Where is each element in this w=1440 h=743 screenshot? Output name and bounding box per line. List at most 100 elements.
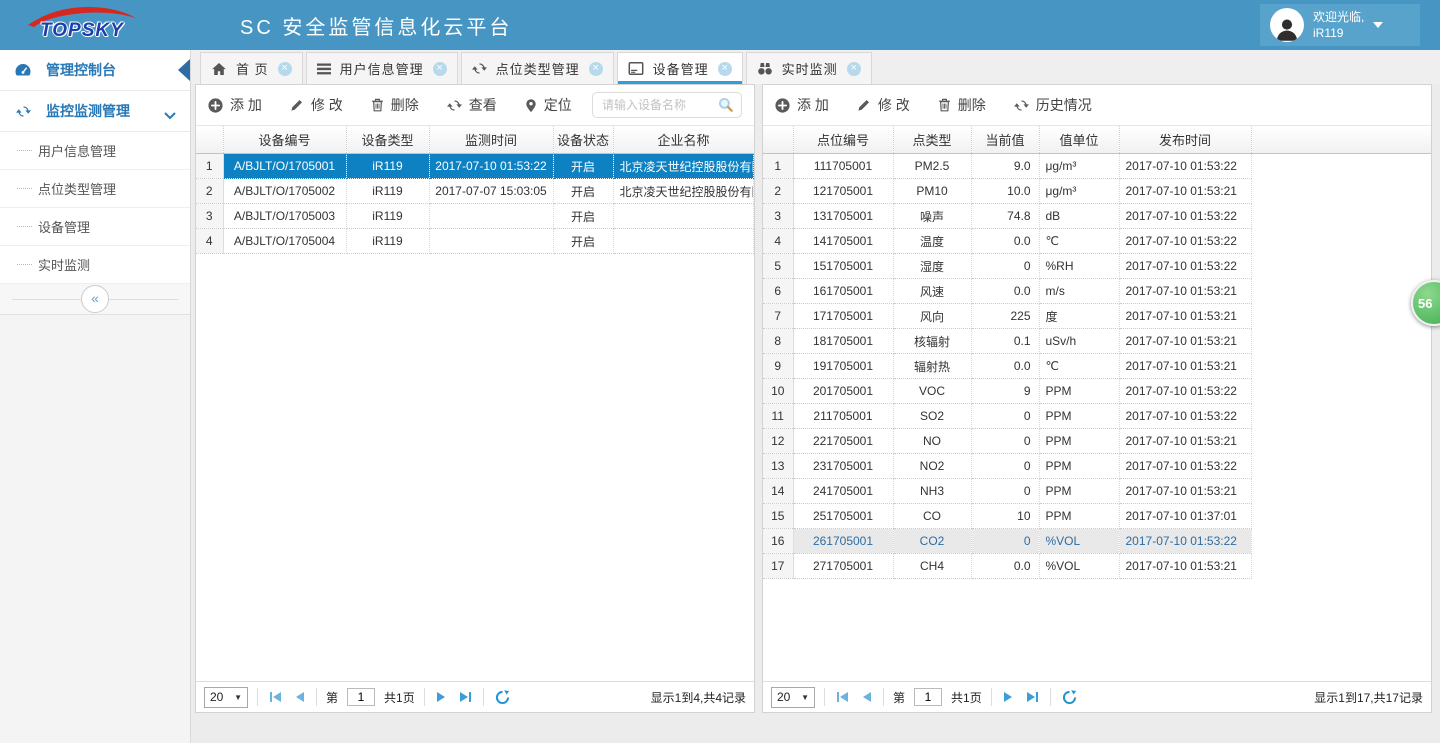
cell: 0.0 bbox=[971, 354, 1039, 379]
close-icon[interactable]: × bbox=[718, 62, 732, 76]
close-icon[interactable]: × bbox=[433, 62, 447, 76]
point-table-wrap: 点位编号点类型当前值值单位发布时间 1111705001PM2.59.0μg/m… bbox=[763, 126, 1431, 681]
cell-filler bbox=[1251, 479, 1431, 504]
sidebar-item-user-info[interactable]: 用户信息管理 bbox=[0, 132, 190, 170]
tabbar: 首 页×用户信息管理×点位类型管理×设备管理×实时监测× bbox=[191, 50, 1440, 84]
cell: iR119 bbox=[346, 229, 429, 254]
table-row[interactable]: 1111705001PM2.59.0μg/m³2017-07-10 01:53:… bbox=[763, 154, 1431, 179]
user-menu[interactable]: 欢迎光临, iR119 bbox=[1260, 4, 1420, 46]
edit-button[interactable]: 修 改 bbox=[290, 95, 343, 115]
column-header: 值单位 bbox=[1039, 126, 1119, 154]
cell: VOC bbox=[893, 379, 971, 404]
sidebar-item-console[interactable]: 管理控制台 bbox=[0, 50, 190, 91]
history-button[interactable]: 历史情况 bbox=[1014, 95, 1092, 115]
table-row[interactable]: 6161705001风速0.0m/s2017-07-10 01:53:21 bbox=[763, 279, 1431, 304]
delete-button[interactable]: 删除 bbox=[371, 95, 419, 115]
table-row[interactable]: 15251705001CO10PPM2017-07-10 01:37:01 bbox=[763, 504, 1431, 529]
point-pagination: 20▼第共1页显示1到17,共17记录 bbox=[763, 681, 1431, 712]
sidebar-item-realtime[interactable]: 实时监测 bbox=[0, 246, 190, 284]
table-row[interactable]: 13231705001NO20PPM2017-07-10 01:53:22 bbox=[763, 454, 1431, 479]
separator bbox=[316, 688, 317, 706]
table-row[interactable]: 7171705001风向225度2017-07-10 01:53:21 bbox=[763, 304, 1431, 329]
tab-realtime[interactable]: 实时监测× bbox=[746, 52, 872, 84]
refresh-icon[interactable] bbox=[1062, 690, 1077, 705]
table-row[interactable]: 9191705001辐射热0.0℃2017-07-10 01:53:21 bbox=[763, 354, 1431, 379]
sidebar-item-device-mgmt[interactable]: 设备管理 bbox=[0, 208, 190, 246]
cell: A/BJLT/O/1705002 bbox=[223, 179, 346, 204]
cell: uSv/h bbox=[1039, 329, 1119, 354]
page-input[interactable] bbox=[914, 688, 942, 706]
close-icon[interactable]: × bbox=[278, 62, 292, 76]
page-input[interactable] bbox=[347, 688, 375, 706]
edit-button[interactable]: 修 改 bbox=[857, 95, 910, 115]
table-row[interactable]: 17271705001CH40.0%VOL2017-07-10 01:53:21 bbox=[763, 554, 1431, 579]
cell: 161705001 bbox=[793, 279, 893, 304]
last-page-button[interactable] bbox=[1024, 692, 1041, 702]
sidebar-item-point-type[interactable]: 点位类型管理 bbox=[0, 170, 190, 208]
search-icon[interactable] bbox=[718, 97, 734, 113]
row-number: 5 bbox=[763, 254, 793, 279]
cell: 2017-07-10 01:53:21 bbox=[1119, 429, 1251, 454]
cycle-icon bbox=[472, 61, 487, 76]
prev-page-button[interactable] bbox=[293, 692, 307, 702]
list-icon bbox=[317, 63, 331, 75]
add-button[interactable]: 添 加 bbox=[775, 95, 829, 115]
last-page-button[interactable] bbox=[457, 692, 474, 702]
add-button[interactable]: 添 加 bbox=[208, 95, 262, 115]
delete-button[interactable]: 删除 bbox=[938, 95, 986, 115]
page-size-select[interactable]: 20▼ bbox=[204, 687, 248, 708]
locate-button[interactable]: 定位 bbox=[525, 95, 572, 115]
cell: 风速 bbox=[893, 279, 971, 304]
column-header: 监测时间 bbox=[429, 126, 553, 154]
loop-icon bbox=[14, 104, 32, 119]
tab-users[interactable]: 用户信息管理 × bbox=[306, 52, 458, 84]
view-button[interactable]: 查看 bbox=[447, 95, 497, 115]
tab-devices[interactable]: 设备管理× bbox=[617, 52, 743, 84]
cell: 121705001 bbox=[793, 179, 893, 204]
close-icon[interactable]: × bbox=[589, 62, 603, 76]
cell-filler bbox=[1251, 454, 1431, 479]
tab-label: 用户信息管理 bbox=[340, 59, 424, 78]
row-number: 2 bbox=[763, 179, 793, 204]
table-row[interactable]: 3131705001噪声74.8dB2017-07-10 01:53:22 bbox=[763, 204, 1431, 229]
search-input[interactable] bbox=[600, 97, 718, 113]
prev-page-button[interactable] bbox=[860, 692, 874, 702]
table-row[interactable]: 8181705001核辐射0.1uSv/h2017-07-10 01:53:21 bbox=[763, 329, 1431, 354]
first-page-button[interactable] bbox=[267, 692, 284, 702]
table-row[interactable]: 16261705001CO20%VOL2017-07-10 01:53:22 bbox=[763, 529, 1431, 554]
cell-filler bbox=[1251, 354, 1431, 379]
table-row[interactable]: 3A/BJLT/O/1705003iR119开启 bbox=[196, 204, 754, 229]
row-number: 3 bbox=[196, 204, 223, 229]
row-number: 8 bbox=[763, 329, 793, 354]
cell: 2017-07-10 01:53:21 bbox=[1119, 554, 1251, 579]
sidebar-collapse-button[interactable]: « bbox=[0, 284, 190, 315]
next-page-button[interactable] bbox=[1001, 692, 1015, 702]
table-row[interactable]: 10201705001VOC9PPM2017-07-10 01:53:22 bbox=[763, 379, 1431, 404]
point-table: 点位编号点类型当前值值单位发布时间 1111705001PM2.59.0μg/m… bbox=[763, 126, 1431, 579]
table-row[interactable]: 4141705001温度0.0℃2017-07-10 01:53:22 bbox=[763, 229, 1431, 254]
cell: 2017-07-10 01:53:22 bbox=[1119, 154, 1251, 179]
table-row[interactable]: 1A/BJLT/O/1705001iR1192017-07-10 01:53:2… bbox=[196, 154, 754, 179]
column-header: 设备编号 bbox=[223, 126, 346, 154]
table-row[interactable]: 4A/BJLT/O/1705004iR119开启 bbox=[196, 229, 754, 254]
table-row[interactable]: 11211705001SO20PPM2017-07-10 01:53:22 bbox=[763, 404, 1431, 429]
cell: 2017-07-10 01:53:21 bbox=[1119, 329, 1251, 354]
first-page-button[interactable] bbox=[834, 692, 851, 702]
table-row[interactable]: 2121705001PM1010.0μg/m³2017-07-10 01:53:… bbox=[763, 179, 1431, 204]
table-row[interactable]: 14241705001NH30PPM2017-07-10 01:53:21 bbox=[763, 479, 1431, 504]
cell: 225 bbox=[971, 304, 1039, 329]
tab-label: 点位类型管理 bbox=[496, 59, 580, 78]
cell: 2017-07-10 01:53:21 bbox=[1119, 304, 1251, 329]
tab-home[interactable]: 首 页× bbox=[200, 52, 303, 84]
tab-point-types[interactable]: 点位类型管理 × bbox=[461, 52, 614, 84]
sidebar-item-monitor-mgmt[interactable]: 监控监测管理 bbox=[0, 91, 190, 132]
table-row[interactable]: 5151705001湿度0%RH2017-07-10 01:53:22 bbox=[763, 254, 1431, 279]
table-row[interactable]: 2A/BJLT/O/1705002iR1192017-07-07 15:03:0… bbox=[196, 179, 754, 204]
page-size-select[interactable]: 20▼ bbox=[771, 687, 815, 708]
refresh-icon[interactable] bbox=[495, 690, 510, 705]
trash-icon bbox=[938, 98, 951, 112]
table-row[interactable]: 12221705001NO0PPM2017-07-10 01:53:21 bbox=[763, 429, 1431, 454]
caret-down-icon: ▼ bbox=[234, 693, 242, 702]
next-page-button[interactable] bbox=[434, 692, 448, 702]
close-icon[interactable]: × bbox=[847, 62, 861, 76]
